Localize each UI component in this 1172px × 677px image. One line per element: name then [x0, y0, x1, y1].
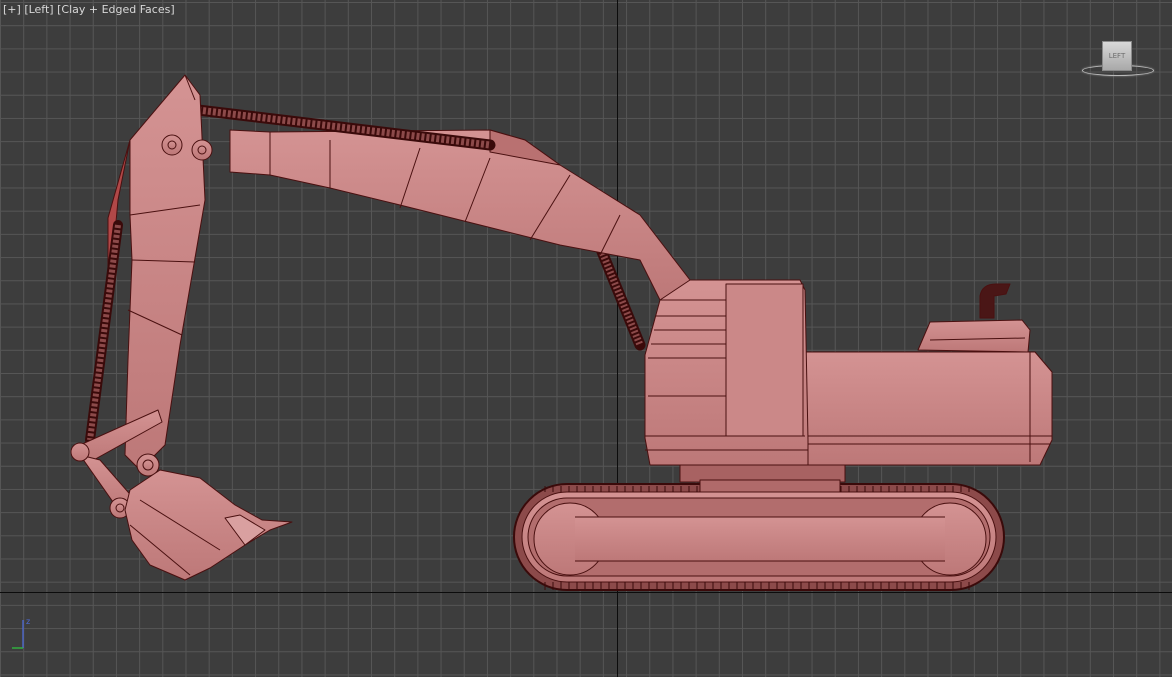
viewport-plus-menu[interactable]: [+] — [3, 3, 21, 16]
viewport-label[interactable]: [+] [Left] [Clay + Edged Faces] — [3, 3, 175, 16]
crawler-track — [513, 483, 1005, 591]
upper-structure — [644, 279, 1053, 466]
left-viewport[interactable]: [+] [Left] [Clay + Edged Faces] LEFT z — [0, 0, 1172, 677]
viewcube-face-left[interactable]: LEFT — [1102, 41, 1132, 71]
viewport-view-menu[interactable]: [Left] — [24, 3, 53, 16]
excavator-model[interactable] — [0, 0, 1172, 677]
axis-z-label: z — [26, 617, 30, 626]
swing-bearing — [679, 463, 846, 483]
boom — [229, 129, 691, 301]
axis-tripod-icon: z — [12, 617, 30, 649]
viewcube[interactable]: LEFT — [1080, 38, 1156, 78]
viewport-shading-menu[interactable]: [Clay + Edged Faces] — [57, 3, 175, 16]
bucket — [124, 469, 293, 581]
bucket-cylinder — [85, 220, 123, 445]
stick-arm — [107, 74, 213, 471]
